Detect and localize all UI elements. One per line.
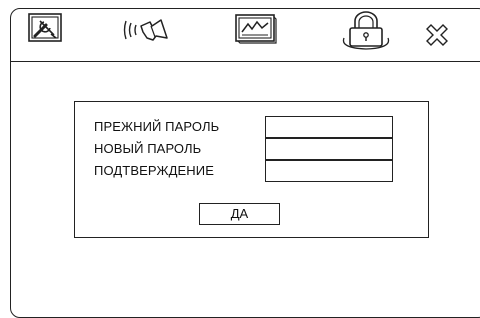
old-password-label: ПРЕЖНИЙ ПАРОЛЬ <box>94 119 220 134</box>
tools-icon[interactable] <box>27 12 63 44</box>
new-password-label: НОВЫЙ ПАРОЛЬ <box>94 141 202 156</box>
ok-button[interactable]: ДА <box>199 203 280 225</box>
video-icon[interactable] <box>233 12 279 46</box>
confirm-password-field[interactable] <box>265 160 393 182</box>
new-password-field[interactable] <box>265 138 393 160</box>
lock-icon[interactable] <box>338 10 394 52</box>
close-icon[interactable] <box>424 22 450 48</box>
confirm-password-label: ПОДТВЕРЖДЕНИЕ <box>94 163 214 178</box>
old-password-field[interactable] <box>265 116 393 138</box>
toolbar-divider <box>10 61 480 62</box>
speaker-icon[interactable] <box>123 14 173 46</box>
